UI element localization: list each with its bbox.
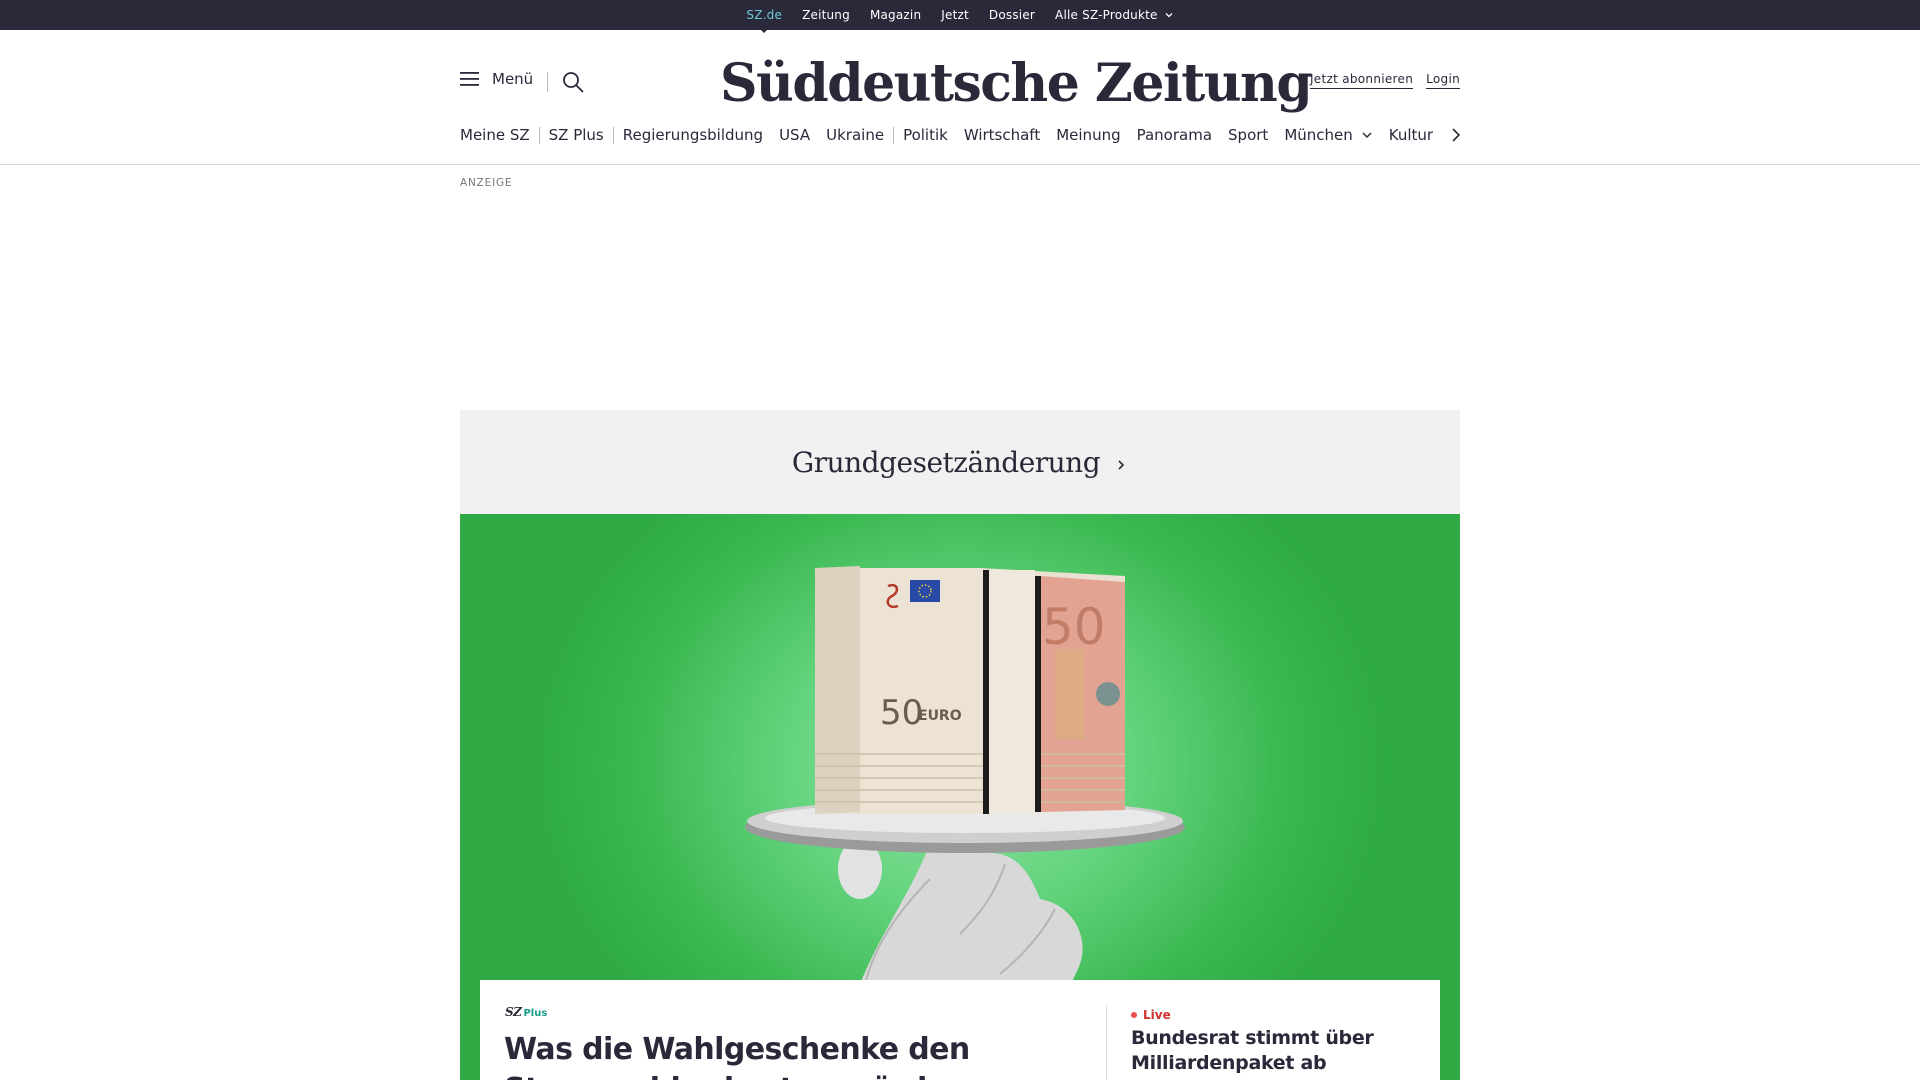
topbar-link-jetzt[interactable]: Jetzt (941, 8, 969, 22)
live-label: Live (1143, 1008, 1171, 1022)
nav-item-meine-sz[interactable]: Meine SZ (460, 126, 530, 144)
chevron-down-icon (1362, 132, 1372, 139)
topbar-link-szde[interactable]: SZ.de (746, 8, 782, 33)
live-badge: Live (1131, 1008, 1171, 1022)
top-bar: SZ.de Zeitung Magazin Jetzt Dossier Alle… (0, 0, 1920, 33)
sz-plus-badge-sz: SZ (505, 1005, 522, 1019)
topic-link[interactable]: Grundgesetzänderung (460, 410, 1460, 514)
nav-item-regierungsbildung[interactable]: Regierungsbildung (623, 126, 763, 144)
nav-item-ukraine[interactable]: Ukraine (826, 126, 884, 144)
nav-divider (538, 126, 540, 144)
topic-label: Grundgesetzänderung (791, 445, 1101, 479)
banknote-currency: EURO (918, 708, 962, 724)
site-header: Menü Süddeutsche Zeitung Jetzt abonniere… (0, 30, 1920, 165)
nav-item-sz-plus[interactable]: SZ Plus (549, 126, 604, 144)
divider (547, 72, 548, 92)
product-nav: SZ.de Zeitung Magazin Jetzt Dossier Alle… (0, 0, 1920, 33)
subscribe-link[interactable]: Jetzt abonnieren (1309, 72, 1414, 89)
nav-item-wirtschaft[interactable]: Wirtschaft (964, 126, 1040, 144)
chevron-right-icon (1118, 460, 1125, 470)
topbar-link-dossier[interactable]: Dossier (989, 8, 1035, 22)
menu-label: Menü (492, 70, 534, 88)
nav-item-usa[interactable]: USA (779, 126, 810, 144)
account-links: Jetzt abonnieren Login (1309, 72, 1460, 89)
side-teaser-headline[interactable]: Bundesrat stimmt über Milliardenpaket ab (1131, 1026, 1431, 1076)
topbar-link-all-products[interactable]: Alle SZ-Produkte (1055, 8, 1174, 22)
banknote-value: 50 (880, 693, 923, 733)
teaser-headline[interactable]: Was die Wahlgeschenke den Steuerzahler k… (504, 1030, 1064, 1080)
hamburger-icon (460, 72, 479, 86)
menu-button[interactable]: Menü (460, 70, 533, 88)
chevron-down-icon (1165, 13, 1173, 18)
topbar-all-products-label: Alle SZ-Produkte (1055, 8, 1158, 22)
topbar-link-zeitung[interactable]: Zeitung (802, 8, 850, 22)
card-divider (1106, 1005, 1107, 1080)
nav-item-muenchen-label: München (1284, 126, 1353, 144)
chevron-right-icon[interactable] (1448, 127, 1464, 143)
banknote-value-large: 50 (1042, 598, 1106, 656)
topbar-link-magazin[interactable]: Magazin (870, 8, 921, 22)
section-nav: Meine SZ SZ Plus Regierungsbildung USA U… (460, 122, 1433, 148)
nav-item-panorama[interactable]: Panorama (1137, 126, 1212, 144)
ad-label: ANZEIGE (460, 177, 513, 189)
nav-item-kultur[interactable]: Kultur (1389, 126, 1433, 144)
nav-item-muenchen[interactable]: München (1284, 126, 1372, 144)
live-dot-icon (1131, 1012, 1137, 1018)
sz-plus-badge: SZ Plus (505, 1005, 547, 1019)
nav-divider (893, 126, 895, 144)
nav-divider (612, 126, 614, 144)
login-link[interactable]: Login (1426, 72, 1460, 89)
nav-item-politik[interactable]: Politik (903, 126, 948, 144)
site-logo[interactable]: Süddeutsche Zeitung (720, 44, 1313, 124)
nav-item-sport[interactable]: Sport (1228, 126, 1268, 144)
search-icon[interactable] (561, 70, 585, 94)
nav-item-meinung[interactable]: Meinung (1056, 126, 1120, 144)
sz-plus-badge-plus: Plus (523, 1008, 548, 1019)
